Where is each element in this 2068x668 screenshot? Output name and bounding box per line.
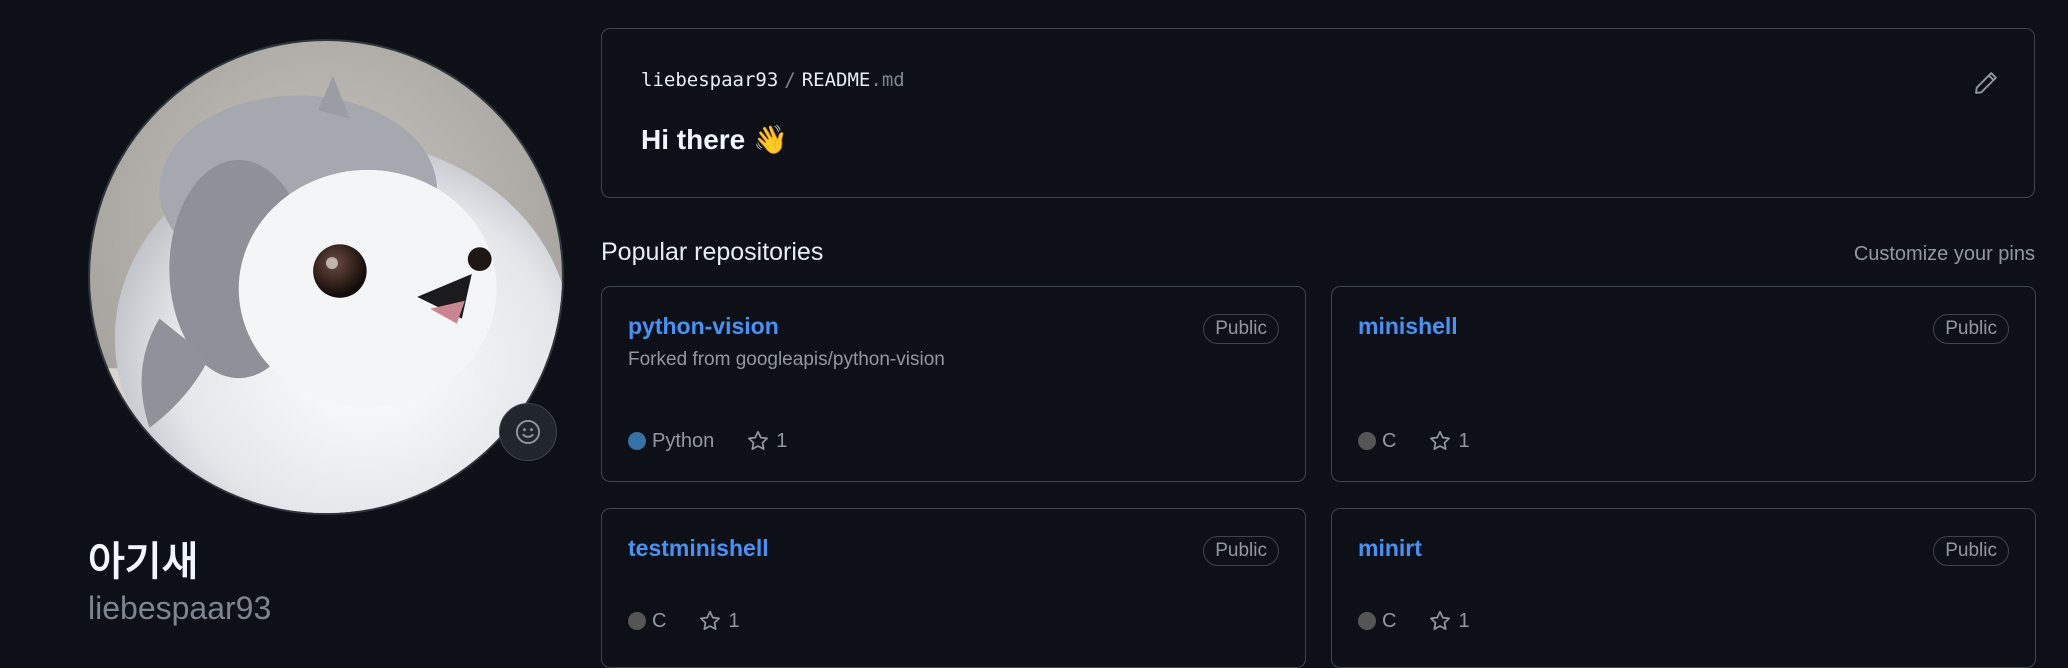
readme-file-base: README xyxy=(801,69,871,91)
readme-path: liebespaar93 / README .md xyxy=(641,69,905,91)
repo-link[interactable]: minishell xyxy=(1358,313,1458,340)
repo-meta: C 1 xyxy=(1358,429,1470,453)
visibility-badge: Public xyxy=(1933,314,2009,344)
star-icon xyxy=(748,430,769,450)
readme-path-separator: / xyxy=(784,69,796,91)
repo-card-python-vision: python-vision Public Forked from googlea… xyxy=(601,286,1306,482)
profile-avatar-area xyxy=(88,39,564,515)
readme-file-ext: .md xyxy=(870,69,905,91)
set-status-button[interactable] xyxy=(499,403,557,461)
repo-meta: C 1 xyxy=(1358,609,1470,633)
repo-link[interactable]: minirt xyxy=(1358,535,1422,562)
repo-link[interactable]: python-vision xyxy=(628,313,779,340)
readme-card: liebespaar93 / README .md Hi there 👋 xyxy=(601,28,2035,198)
visibility-badge: Public xyxy=(1203,536,1279,566)
forked-from-text: Forked from googleapis/python-vision xyxy=(628,349,945,370)
readme-owner[interactable]: liebespaar93 xyxy=(641,69,778,91)
star-count: 1 xyxy=(728,609,740,632)
smiley-icon xyxy=(515,419,541,445)
star-count: 1 xyxy=(1458,429,1470,452)
repo-stars[interactable]: 1 xyxy=(1428,429,1470,453)
repo-card-minishell: minishell Public C 1 xyxy=(1331,286,2036,482)
repo-link[interactable]: testminishell xyxy=(628,535,769,562)
customize-pins-link[interactable]: Customize your pins xyxy=(1854,243,2035,266)
repo-language: C xyxy=(652,609,667,632)
repo-language: C xyxy=(1382,609,1397,632)
avatar[interactable] xyxy=(88,39,564,515)
repo-card-testminishell: testminishell Public C 1 xyxy=(601,508,1306,668)
repo-stars[interactable]: 1 xyxy=(698,609,740,633)
waving-hand-icon: 👋 xyxy=(753,124,789,155)
language-color-dot xyxy=(1358,612,1376,630)
popular-repositories-title: Popular repositories xyxy=(601,238,824,266)
star-icon xyxy=(700,610,721,630)
repo-card-minirt: minirt Public C 1 xyxy=(1331,508,2036,668)
repo-stars[interactable]: 1 xyxy=(746,429,787,453)
star-count: 1 xyxy=(1458,609,1470,632)
profile-username: liebespaar93 xyxy=(88,590,272,626)
language-color-dot xyxy=(628,432,646,450)
visibility-badge: Public xyxy=(1933,536,2009,566)
language-color-dot xyxy=(1358,432,1376,450)
repo-language: Python xyxy=(652,429,715,452)
language-color-dot xyxy=(628,612,646,630)
repo-language: C xyxy=(1382,429,1397,452)
star-icon xyxy=(1430,430,1451,450)
star-count: 1 xyxy=(776,429,788,452)
star-icon xyxy=(1430,610,1451,630)
profile-display-name: 아기새 xyxy=(88,539,199,585)
avatar-image xyxy=(90,41,562,513)
edit-readme-button[interactable] xyxy=(1972,69,2000,97)
repo-meta: C 1 xyxy=(628,609,740,633)
readme-heading: Hi there 👋 xyxy=(641,123,788,156)
repo-stars[interactable]: 1 xyxy=(1428,609,1470,633)
repo-meta: Python 1 xyxy=(628,429,787,453)
visibility-badge: Public xyxy=(1203,314,1279,344)
pencil-icon xyxy=(1975,72,1997,94)
readme-heading-text: Hi there xyxy=(641,123,746,155)
